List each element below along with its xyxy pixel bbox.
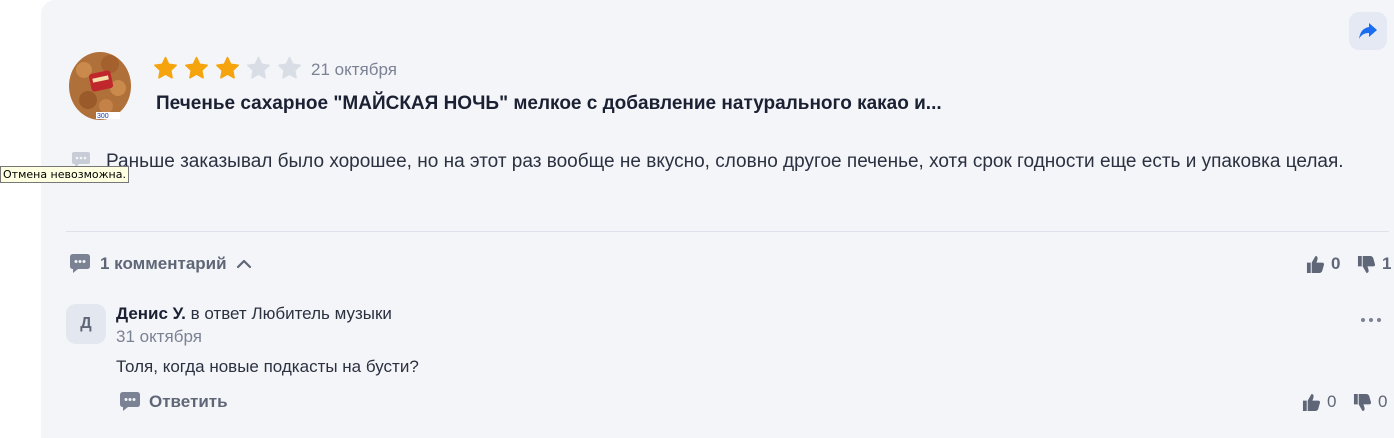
product-thumbnail[interactable]: 300 [66,48,134,122]
comment-like-count: 0 [1327,392,1337,411]
thumbs-down-icon [1353,393,1372,411]
review-dislike-button[interactable]: 1 [1357,254,1391,274]
thumbs-up-icon [1302,393,1321,411]
product-title-link[interactable]: Печенье сахарное "МАЙСКАЯ НОЧЬ" мелкое с… [156,93,942,115]
svg-text:300: 300 [97,113,109,120]
comment-reply-to: в ответ Любитель музыки [190,304,392,323]
divider [66,231,1389,232]
more-options-button[interactable] [1361,318,1381,322]
review-text: Раньше заказывал было хорошее, но на это… [106,151,1344,172]
more-icon [1361,318,1365,322]
comments-count-label: 1 комментарий [100,253,227,273]
chevron-up-icon [236,259,251,268]
comment-text: Толя, когда новые подкасты на бусти? [116,357,419,376]
thumbs-up-icon [1306,255,1325,273]
star-icon [216,56,239,79]
review-date: 21 октября [311,60,397,79]
star-icon [154,56,177,79]
share-icon [1359,23,1377,39]
reply-button[interactable]: Ответить [119,391,228,412]
message-icon [120,392,140,411]
comment-author-line: Денис У. в ответ Любитель музыки [116,304,392,324]
rating-stars [153,56,302,81]
message-icon [70,254,90,273]
review-dislike-count: 1 [1382,254,1392,273]
share-button[interactable] [1349,12,1387,50]
comment-dislike-count: 0 [1378,392,1388,411]
star-icon [185,56,208,79]
review-like-count: 0 [1331,254,1341,273]
comments-toggle-button[interactable]: 1 комментарий [69,253,252,274]
comment-date: 31 октября [116,327,202,346]
reply-label: Ответить [149,391,228,411]
review-like-button[interactable]: 0 [1306,254,1340,274]
thumbs-down-icon [1357,255,1376,273]
avatar: Д [66,304,106,344]
tooltip: Отмена невозможна. [0,166,129,183]
comment-dislike-button[interactable]: 0 [1353,392,1387,412]
star-icon [247,56,270,79]
comment-like-button[interactable]: 0 [1302,392,1336,412]
comment-author[interactable]: Денис У. [116,304,186,323]
star-icon [278,56,301,79]
